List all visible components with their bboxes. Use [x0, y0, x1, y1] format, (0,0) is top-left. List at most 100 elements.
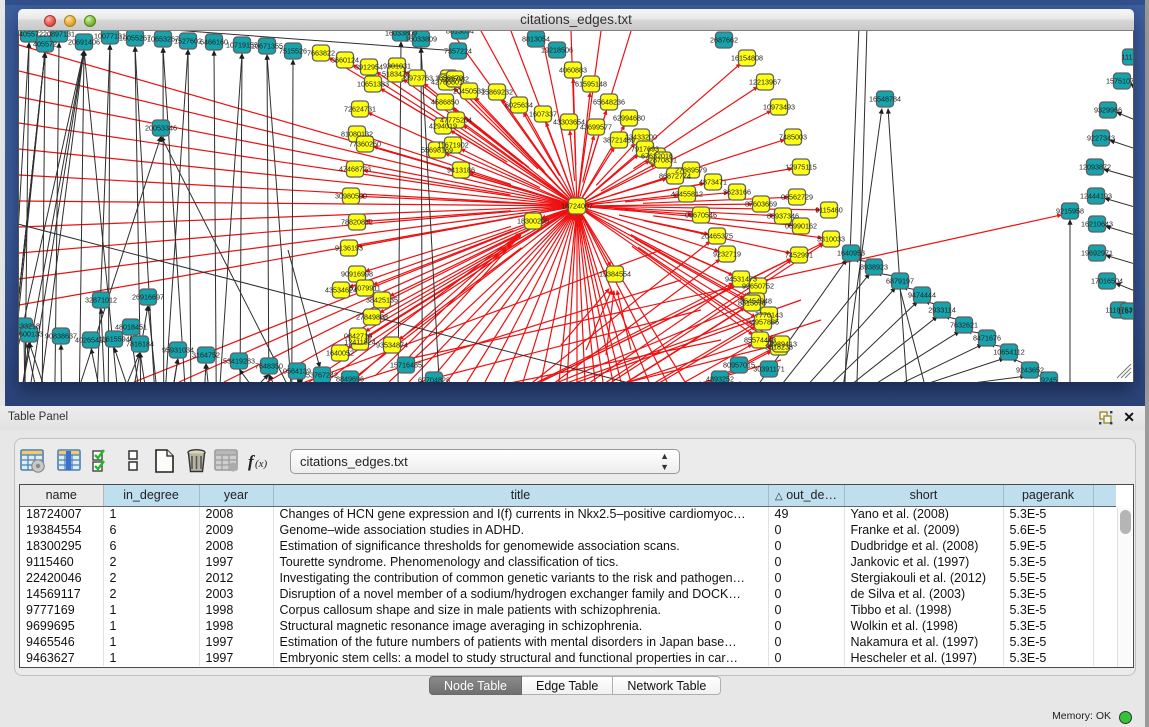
svg-text:3164752: 3164752: [192, 351, 220, 360]
svg-text:11123: 11123: [1122, 53, 1134, 62]
svg-text:16548784: 16548784: [869, 95, 901, 104]
svg-text:7452991: 7452991: [785, 251, 813, 260]
svg-text:12093872: 12093872: [1079, 163, 1111, 172]
svg-text:99650752: 99650752: [742, 282, 774, 291]
svg-text:12444193: 12444193: [1080, 192, 1112, 201]
svg-text:15751074: 15751074: [1106, 77, 1134, 86]
svg-text:8471676: 8471676: [973, 334, 1001, 343]
svg-text:51079911: 51079911: [349, 284, 380, 293]
svg-text:32871012: 32871012: [85, 296, 117, 305]
svg-text:90916998: 90916998: [341, 270, 373, 279]
svg-text:19384554: 19384554: [599, 270, 631, 279]
svg-text:7816184: 7816184: [126, 340, 154, 349]
svg-text:27849808: 27849808: [356, 313, 388, 322]
svg-text:62994680: 62994680: [613, 114, 645, 123]
svg-text:7515526: 7515526: [279, 47, 307, 56]
svg-text:10654112: 10654112: [993, 348, 1024, 357]
svg-text:2933114: 2933114: [928, 306, 955, 315]
svg-text:8938923: 8938923: [860, 263, 888, 272]
svg-text:4586850: 4586850: [431, 98, 459, 107]
svg-text:78820812: 78820812: [341, 218, 373, 227]
svg-text:30391171: 30391171: [753, 365, 784, 374]
svg-text:9215958: 9215958: [1056, 207, 1084, 216]
svg-text:4893252: 4893252: [706, 375, 734, 383]
svg-text:10973493: 10973493: [763, 103, 795, 112]
svg-text:1527602: 1527602: [174, 37, 202, 46]
svg-text:3912954: 3912954: [355, 63, 383, 72]
svg-text:87603669: 87603669: [745, 200, 777, 209]
svg-text:43455812: 43455812: [671, 190, 703, 199]
svg-text:09670546: 09670546: [685, 211, 717, 220]
svg-text:19218506: 19218506: [541, 46, 573, 55]
svg-text:65648236: 65648236: [593, 98, 625, 107]
svg-text:29973763: 29973763: [401, 74, 433, 83]
svg-text:11671902: 11671902: [437, 141, 468, 150]
svg-text:77360260: 77360260: [349, 140, 381, 149]
svg-text:06990162: 06990162: [785, 222, 817, 231]
svg-text:9245: 9245: [1041, 376, 1057, 383]
svg-text:13433200: 13433200: [625, 133, 657, 142]
svg-text:17016504: 17016504: [1091, 277, 1123, 286]
svg-text:48018451: 48018451: [115, 323, 147, 332]
svg-text:47775204: 47775204: [440, 116, 472, 125]
svg-text:95931034: 95931034: [162, 346, 194, 355]
svg-text:61595148: 61595148: [575, 80, 607, 89]
svg-text:16033809: 16033809: [405, 35, 437, 44]
svg-text:(x): (x): [255, 458, 268, 470]
svg-text:72624731: 72624731: [344, 105, 376, 114]
svg-text:5310033: 5310033: [817, 235, 845, 244]
svg-text:9329966: 9329966: [1094, 106, 1122, 115]
svg-text:4060883: 4060883: [559, 66, 587, 75]
svg-text:12975115: 12975115: [785, 163, 816, 172]
svg-text:8813054: 8813054: [446, 31, 474, 36]
svg-text:7357224: 7357224: [444, 47, 472, 56]
svg-text:9474444: 9474444: [908, 291, 936, 300]
svg-text:8849696: 8849696: [336, 375, 364, 383]
svg-text:0842710: 0842710: [344, 332, 372, 341]
svg-text:9413186: 9413186: [447, 166, 475, 175]
svg-text:18300295: 18300295: [517, 217, 549, 226]
svg-text:15716485: 15716485: [390, 361, 422, 370]
svg-text:6025634: 6025634: [505, 101, 533, 110]
svg-text:81080132: 81080132: [341, 130, 373, 139]
svg-text:86872774: 86872774: [659, 172, 691, 181]
svg-text:16210643: 16210643: [1081, 220, 1113, 229]
svg-text:47468723: 47468723: [339, 165, 371, 174]
svg-text:2687662: 2687662: [710, 36, 738, 45]
svg-text:405572: 405572: [33, 40, 57, 49]
svg-text:80957015: 80957015: [723, 361, 755, 370]
svg-text:93534874: 93534874: [376, 341, 408, 350]
svg-text:2805982: 2805982: [441, 75, 469, 84]
svg-text:8313678: 8313678: [738, 299, 766, 308]
svg-text:9227343: 9227343: [1087, 134, 1115, 143]
svg-text:30980500: 30980500: [335, 192, 367, 201]
svg-text:74989413: 74989413: [765, 340, 797, 349]
svg-text:9136193: 9136193: [335, 244, 363, 253]
svg-text:12213967: 12213967: [749, 78, 781, 87]
svg-text:9232719: 9232719: [713, 250, 741, 259]
svg-text:8813054: 8813054: [522, 35, 550, 44]
svg-text:90838637: 90838637: [45, 332, 77, 341]
svg-text:6879197: 6879197: [886, 277, 914, 286]
svg-text:7485003: 7485003: [779, 133, 807, 142]
svg-text:6466160: 6466160: [200, 38, 228, 47]
svg-text:34957885: 34957885: [747, 318, 779, 327]
svg-text:19692971: 19692971: [1081, 249, 1113, 258]
svg-text:16154808: 16154808: [731, 54, 763, 63]
svg-text:10651333: 10651333: [357, 80, 389, 89]
svg-text:9243652: 9243652: [1016, 366, 1044, 375]
svg-text:88937346: 88937346: [767, 212, 799, 221]
svg-text:9115460: 9115460: [815, 206, 842, 215]
svg-text:20465375: 20465375: [701, 232, 733, 241]
svg-text:3623166: 3623166: [723, 188, 751, 197]
svg-text:06562729: 06562729: [781, 193, 813, 202]
svg-text:43699577: 43699577: [580, 123, 612, 132]
svg-text:20053346: 20053346: [145, 124, 177, 133]
svg-text:18724007: 18724007: [561, 202, 593, 211]
svg-text:1405572: 1405572: [19, 31, 43, 39]
svg-text:38425135: 38425135: [366, 296, 398, 305]
svg-text:1640052: 1640052: [326, 349, 354, 358]
svg-text:9600133: 9600133: [19, 330, 43, 339]
svg-text:53767242: 53767242: [306, 371, 338, 380]
svg-text:2870831: 2870831: [649, 156, 677, 165]
